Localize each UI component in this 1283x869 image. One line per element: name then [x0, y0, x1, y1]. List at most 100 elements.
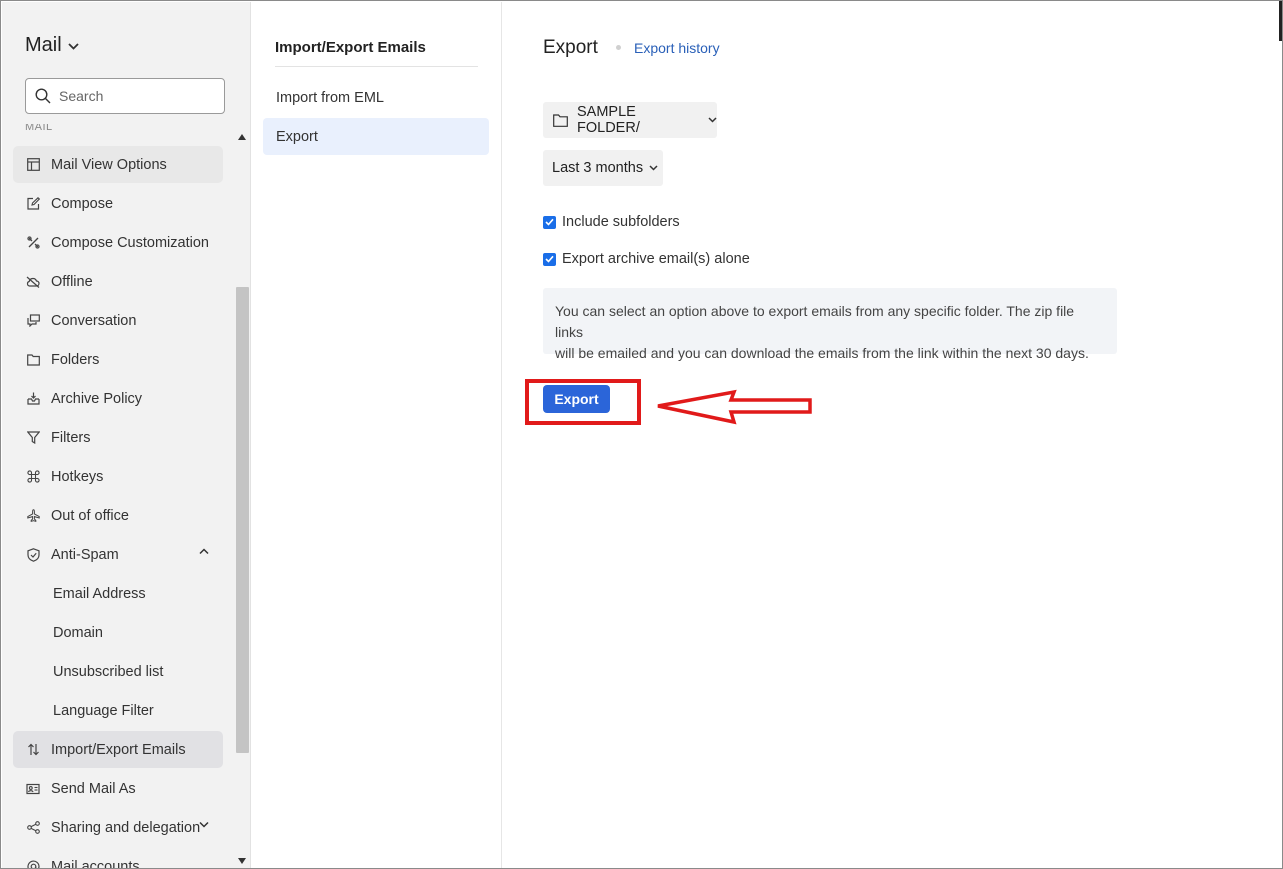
- sidebar-item-unsubscribed-list[interactable]: Unsubscribed list: [13, 653, 223, 690]
- scroll-up-arrow-icon[interactable]: [238, 134, 246, 140]
- sidebar-item-label: Offline: [51, 273, 93, 290]
- sidebar-item-language-filter[interactable]: Language Filter: [13, 692, 223, 729]
- include-subfolders-label: Include subfolders: [562, 214, 680, 230]
- sidebar-item-conversation[interactable]: Conversation: [13, 302, 223, 339]
- sidebar-item-label: Filters: [51, 429, 91, 446]
- sidebar-item-label: Compose Customization: [51, 234, 209, 251]
- conversation-icon: [26, 314, 40, 328]
- date-range-select[interactable]: Last 3 months: [543, 150, 663, 186]
- include-subfolders-option[interactable]: Include subfolders: [543, 214, 680, 230]
- sidebar-item-sharing-delegation[interactable]: Sharing and delegation: [13, 809, 223, 846]
- share-icon: [26, 821, 40, 835]
- chevron-down-icon[interactable]: [199, 821, 209, 828]
- export-content: Export Export history SAMPLE FOLDER/ Las…: [503, 2, 1281, 868]
- sidebar-item-label: Mail View Options: [51, 156, 167, 173]
- archive-alone-label: Export archive email(s) alone: [562, 251, 750, 267]
- folder-select[interactable]: SAMPLE FOLDER/: [543, 102, 717, 138]
- sub-settings-panel: Import/Export Emails Import from EML Exp…: [252, 2, 502, 868]
- date-range-value: Last 3 months: [552, 160, 644, 176]
- settings-nav: Mail View Options Compose Compose Custom…: [13, 146, 223, 868]
- sidebar-item-label: Archive Policy: [51, 390, 143, 407]
- at-icon: [26, 860, 40, 868]
- sidebar-scrollbar[interactable]: [234, 130, 250, 868]
- info-message: You can select an option above to export…: [543, 288, 1117, 361]
- info-text-line: will be emailed and you can download the…: [555, 345, 1089, 361]
- divider: [275, 66, 478, 67]
- sidebar-item-label: Compose: [51, 195, 114, 212]
- command-key-icon: [26, 470, 40, 484]
- sidebar-item-label: Hotkeys: [51, 468, 104, 485]
- info-text-line: You can select an option above to export…: [555, 303, 1075, 340]
- sidebar-item-folders[interactable]: Folders: [13, 341, 223, 378]
- left-arrow-annotation-icon: [657, 389, 812, 425]
- customize-icon: [26, 236, 40, 250]
- sidebar-item-offline[interactable]: Offline: [13, 263, 223, 300]
- panel-title: Import/Export Emails: [275, 39, 426, 56]
- sidebar-item-label: Domain: [53, 624, 103, 641]
- sidebar-item-label: Email Address: [53, 585, 146, 602]
- sidebar-item-label: Import/Export Emails: [51, 741, 186, 758]
- sidebar-item-label: Out of office: [51, 507, 129, 524]
- sidebar-item-mail-view-options[interactable]: Mail View Options: [13, 146, 223, 183]
- search-icon: [35, 88, 51, 104]
- filter-icon: [26, 431, 40, 445]
- shield-icon: [26, 547, 40, 562]
- section-label: MAIL: [25, 124, 53, 133]
- archive-alone-option[interactable]: Export archive email(s) alone: [543, 251, 750, 267]
- tab-import-from-eml[interactable]: Import from EML: [263, 79, 489, 116]
- scroll-thumb[interactable]: [236, 287, 249, 753]
- sidebar-item-out-of-office[interactable]: Out of office: [13, 497, 223, 534]
- export-history-link[interactable]: Export history: [634, 40, 720, 56]
- chevron-up-icon[interactable]: [199, 548, 209, 555]
- sidebar-item-compose[interactable]: Compose: [13, 185, 223, 222]
- sidebar-item-label: Conversation: [51, 312, 137, 329]
- archive-icon: [26, 392, 40, 406]
- include-subfolders-checkbox[interactable]: [543, 215, 556, 229]
- sidebar-item-send-mail-as[interactable]: Send Mail As: [13, 770, 223, 807]
- checkmark-icon: [545, 218, 554, 226]
- sidebar-item-archive-policy[interactable]: Archive Policy: [13, 380, 223, 417]
- separator-dot: [616, 45, 621, 50]
- sidebar-item-mail-accounts[interactable]: Mail accounts: [13, 848, 223, 868]
- import-export-icon: [26, 743, 40, 757]
- folder-icon: [553, 113, 568, 127]
- sidebar-item-label: Mail accounts: [51, 858, 140, 869]
- offline-icon: [26, 275, 40, 289]
- sidebar-item-label: Unsubscribed list: [53, 663, 164, 680]
- folder-select-value: SAMPLE FOLDER/: [577, 104, 640, 136]
- sidebar-item-compose-customization[interactable]: Compose Customization: [13, 224, 223, 261]
- airplane-icon: [26, 509, 40, 523]
- tab-label: Import from EML: [276, 89, 384, 106]
- mail-view-icon: [26, 158, 40, 172]
- sidebar-item-anti-spam[interactable]: Anti-Spam: [13, 536, 223, 573]
- compose-icon: [26, 197, 40, 211]
- settings-sidebar: Mail MAIL Mail View Options Compose Comp…: [2, 2, 251, 868]
- tab-export[interactable]: Export: [263, 118, 489, 155]
- sidebar-item-domain[interactable]: Domain: [13, 614, 223, 651]
- sidebar-item-email-address[interactable]: Email Address: [13, 575, 223, 612]
- app-window: Mail MAIL Mail View Options Compose Comp…: [0, 0, 1283, 869]
- app-switcher[interactable]: Mail: [25, 34, 79, 57]
- app-title: Mail: [25, 34, 62, 56]
- sidebar-item-hotkeys[interactable]: Hotkeys: [13, 458, 223, 495]
- checkmark-icon: [545, 255, 554, 263]
- archive-alone-checkbox[interactable]: [543, 252, 556, 266]
- sidebar-item-label: Folders: [51, 351, 100, 368]
- search-box[interactable]: [25, 78, 225, 114]
- sidebar-item-filters[interactable]: Filters: [13, 419, 223, 456]
- chevron-down-icon: [708, 117, 717, 123]
- sidebar-item-label: Anti-Spam: [51, 546, 119, 563]
- sidebar-item-label: Language Filter: [53, 702, 154, 719]
- chevron-down-icon: [68, 43, 79, 50]
- page-title: Export: [543, 37, 598, 58]
- export-button[interactable]: Export: [543, 385, 610, 413]
- sidebar-item-label: Sharing and delegation: [51, 819, 201, 836]
- chevron-down-icon: [649, 165, 658, 171]
- tab-label: Export: [276, 128, 318, 145]
- folder-icon: [26, 353, 40, 367]
- sidebar-item-import-export[interactable]: Import/Export Emails: [13, 731, 223, 768]
- sidebar-item-label: Send Mail As: [51, 780, 136, 797]
- send-as-icon: [26, 782, 40, 796]
- scroll-down-arrow-icon[interactable]: [238, 858, 246, 864]
- search-input[interactable]: [59, 88, 209, 104]
